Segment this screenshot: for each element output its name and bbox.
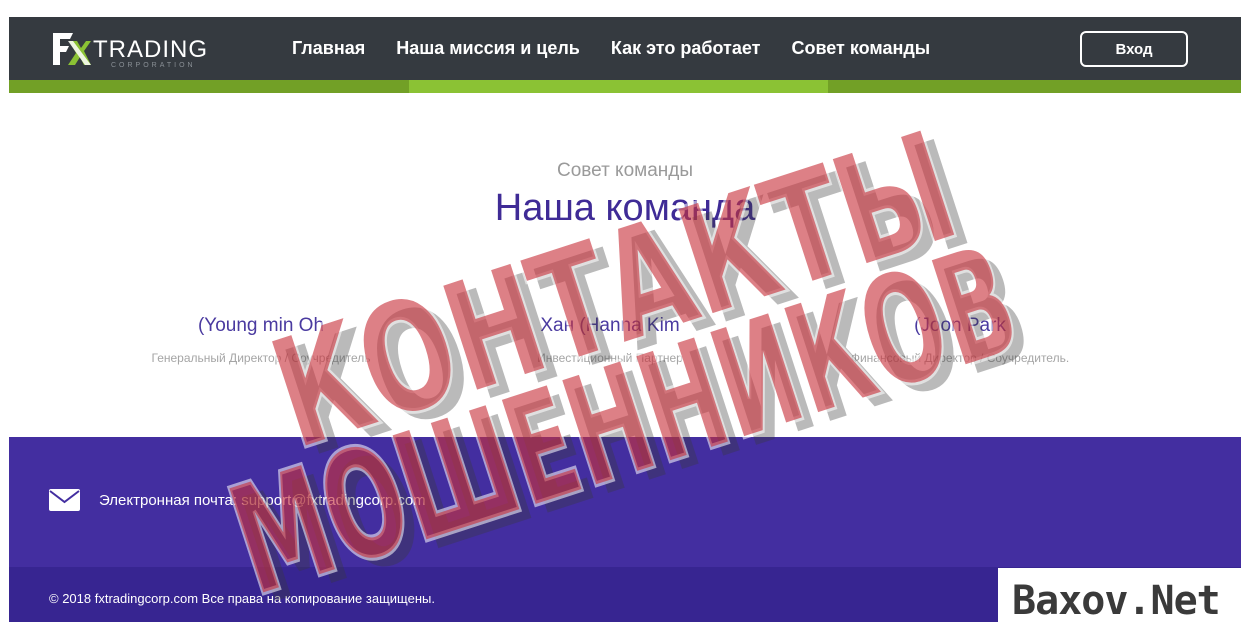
member-name[interactable]: Хан (Hanna Kim [445, 315, 775, 337]
team-member-card: (Young min Oh Генеральный Директор / Соу… [96, 315, 426, 365]
fx-logo-icon [53, 33, 91, 65]
fx-trading-logo[interactable]: TRADING CORPORATION [51, 31, 221, 71]
section-subtitle: Совет команды [556, 160, 694, 181]
email-link[interactable]: support@fxtradingcorp.com [241, 492, 425, 509]
member-name[interactable]: (Young min Oh [96, 315, 426, 337]
site-badge-text: Baxov.Net [1012, 578, 1221, 624]
member-name[interactable]: (Joon Park [795, 315, 1125, 337]
email-label: Электронная почта: [99, 492, 242, 509]
nav-how-it-works[interactable]: Как это работает [611, 38, 761, 59]
envelope-icon [49, 489, 80, 511]
logo-subtitle: CORPORATION [111, 62, 196, 69]
contact-footer: Электронная почта: support@fxtradingcorp… [9, 437, 1241, 567]
main-nav: Главная Наша миссия и цель Как это работ… [292, 17, 961, 80]
email-line: Электронная почта: support@fxtradingcorp… [99, 492, 426, 509]
team-member-card: Хан (Hanna Kim Инвестиционный Партнер [445, 315, 775, 365]
section-title: Наша команда [494, 187, 756, 229]
nav-team-council[interactable]: Совет команды [791, 38, 930, 59]
member-role: Финансовый Директор / Соучредитель. [850, 351, 1070, 365]
nav-accent-bar [9, 80, 1241, 93]
login-button[interactable]: Вход [1080, 31, 1188, 67]
page: TRADING CORPORATION Главная Наша миссия … [9, 17, 1241, 622]
logo-name: TRADING [93, 36, 208, 63]
team-member-card: (Joon Park Финансовый Директор / Соучред… [795, 315, 1125, 365]
nav-home[interactable]: Главная [292, 38, 365, 59]
top-navbar: TRADING CORPORATION Главная Наша миссия … [9, 17, 1241, 80]
member-role: Генеральный Директор / Соучредитель [151, 351, 371, 365]
nav-active-indicator [409, 80, 828, 93]
nav-mission[interactable]: Наша миссия и цель [396, 38, 580, 59]
member-role: Инвестиционный Партнер [537, 351, 683, 365]
copyright-text: © 2018 fxtradingcorp.com Все права на ко… [49, 591, 435, 606]
